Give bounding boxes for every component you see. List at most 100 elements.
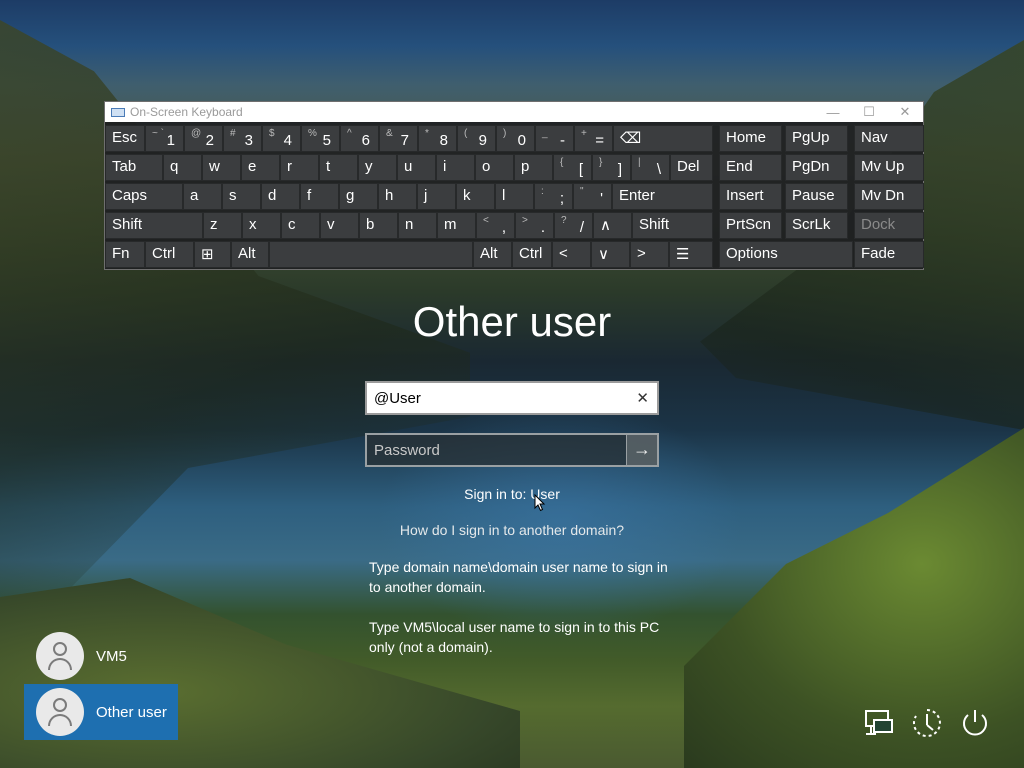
- key-j[interactable]: j: [417, 183, 456, 210]
- key-lbracket[interactable]: {[: [553, 154, 592, 181]
- user-tile-vm5[interactable]: VM5: [24, 628, 178, 684]
- key-tilde[interactable]: ~ ` 1: [145, 125, 184, 152]
- key-shift-label: &: [386, 128, 393, 139]
- key-left[interactable]: <: [552, 241, 591, 268]
- key-pause[interactable]: Pause: [785, 183, 848, 210]
- key-equals[interactable]: + =: [574, 125, 613, 152]
- key-lctrl[interactable]: Ctrl: [145, 241, 194, 268]
- key-l[interactable]: l: [495, 183, 534, 210]
- key-insert[interactable]: Insert: [719, 183, 782, 210]
- key-pgup[interactable]: PgUp: [785, 125, 848, 152]
- key-rbracket[interactable]: }]: [592, 154, 631, 181]
- key-down[interactable]: ∨: [591, 241, 630, 268]
- key-scrlk[interactable]: ScrLk: [785, 212, 848, 239]
- user-name: VM5: [96, 647, 127, 665]
- key-b[interactable]: b: [359, 212, 398, 239]
- key-options[interactable]: Options: [719, 241, 853, 268]
- maximize-button[interactable]: ☐: [851, 104, 887, 120]
- key-minus[interactable]: _ -: [535, 125, 574, 152]
- key-label: 8: [439, 132, 448, 149]
- key-p[interactable]: p: [514, 154, 553, 181]
- key-end[interactable]: End: [719, 154, 782, 181]
- key-mvup[interactable]: Mv Up: [854, 154, 924, 181]
- key-rshift[interactable]: Shift: [632, 212, 713, 239]
- key-period[interactable]: >.: [515, 212, 554, 239]
- user-tile-other-user[interactable]: Other user: [24, 684, 178, 740]
- key-dock[interactable]: Dock: [854, 212, 924, 239]
- key-g[interactable]: g: [339, 183, 378, 210]
- key-o[interactable]: o: [475, 154, 514, 181]
- key-m[interactable]: m: [437, 212, 476, 239]
- key-k0[interactable]: ) 0: [496, 125, 535, 152]
- on-screen-keyboard-window[interactable]: On-Screen Keyboard — ☐ ✕ Esc ~ ` 1 @2 #3 $4% 5…: [104, 101, 924, 270]
- key-fn[interactable]: Fn: [105, 241, 145, 268]
- key-k8[interactable]: * 8: [418, 125, 457, 152]
- key-prtscn[interactable]: PrtScn: [719, 212, 782, 239]
- power-icon[interactable]: [958, 706, 992, 740]
- key-v[interactable]: v: [320, 212, 359, 239]
- key-fade[interactable]: Fade: [854, 241, 924, 268]
- osk-titlebar[interactable]: On-Screen Keyboard — ☐ ✕: [105, 102, 923, 122]
- key-k4[interactable]: $4: [262, 125, 301, 152]
- key-del[interactable]: Del: [670, 154, 713, 181]
- key-y[interactable]: y: [358, 154, 397, 181]
- key-u[interactable]: u: [397, 154, 436, 181]
- key-k9[interactable]: (9: [457, 125, 496, 152]
- key-c[interactable]: c: [281, 212, 320, 239]
- key-esc[interactable]: Esc: [105, 125, 145, 152]
- key-s[interactable]: s: [222, 183, 261, 210]
- key-enter[interactable]: Enter: [612, 183, 713, 210]
- ease-of-access-icon[interactable]: [910, 706, 944, 740]
- password-field[interactable]: Password →: [365, 433, 659, 467]
- key-nav[interactable]: Nav: [854, 125, 924, 152]
- key-semicolon[interactable]: :;: [534, 183, 573, 210]
- key-win[interactable]: ⊞: [194, 241, 231, 268]
- key-mvdn[interactable]: Mv Dn: [854, 183, 924, 210]
- key-k5[interactable]: % 5: [301, 125, 340, 152]
- key-lalt[interactable]: Alt: [231, 241, 269, 268]
- key-k6[interactable]: ^ 6: [340, 125, 379, 152]
- key-d[interactable]: d: [261, 183, 300, 210]
- domain-help-link[interactable]: How do I sign in to another domain?: [0, 522, 1024, 538]
- key-shift-label: :: [541, 186, 544, 197]
- close-button[interactable]: ✕: [887, 104, 923, 120]
- key-i[interactable]: i: [436, 154, 475, 181]
- key-backslash[interactable]: | \: [631, 154, 670, 181]
- key-z[interactable]: z: [203, 212, 242, 239]
- key-n[interactable]: n: [398, 212, 437, 239]
- key-tab[interactable]: Tab: [105, 154, 163, 181]
- network-icon[interactable]: [862, 706, 896, 740]
- key-comma[interactable]: <,: [476, 212, 515, 239]
- key-q[interactable]: q: [163, 154, 202, 181]
- key-rctrl[interactable]: Ctrl: [512, 241, 552, 268]
- key-t[interactable]: t: [319, 154, 358, 181]
- minimize-button[interactable]: —: [815, 105, 851, 120]
- key-pgdn[interactable]: PgDn: [785, 154, 848, 181]
- key-up[interactable]: ∧: [593, 212, 632, 239]
- key-e[interactable]: e: [241, 154, 280, 181]
- key-f[interactable]: f: [300, 183, 339, 210]
- key-ralt[interactable]: Alt: [473, 241, 512, 268]
- osk-keys: Esc ~ ` 1 @2 #3 $4% 5 ^ 6 & 7 * 8(9) 0 _ - + = ⌫ Home PgUp Na…: [105, 122, 924, 270]
- key-k7[interactable]: & 7: [379, 125, 418, 152]
- key-lshift[interactable]: Shift: [105, 212, 203, 239]
- key-slash[interactable]: ? /: [554, 212, 593, 239]
- key-x[interactable]: x: [242, 212, 281, 239]
- key-h[interactable]: h: [378, 183, 417, 210]
- key-a[interactable]: a: [183, 183, 222, 210]
- submit-arrow-icon[interactable]: →: [626, 435, 657, 465]
- username-field[interactable]: @User ✕: [365, 381, 659, 415]
- key-r[interactable]: r: [280, 154, 319, 181]
- clear-icon[interactable]: ✕: [636, 389, 649, 407]
- key-home[interactable]: Home: [719, 125, 782, 152]
- key-menu[interactable]: ☰: [669, 241, 713, 268]
- key-k2[interactable]: @2: [184, 125, 223, 152]
- key-k[interactable]: k: [456, 183, 495, 210]
- key-w[interactable]: w: [202, 154, 241, 181]
- key-space[interactable]: [269, 241, 473, 268]
- key-k3[interactable]: #3: [223, 125, 262, 152]
- key-caps[interactable]: Caps: [105, 183, 183, 210]
- key-quote[interactable]: " ': [573, 183, 612, 210]
- key-backspace[interactable]: ⌫: [613, 125, 713, 152]
- key-right[interactable]: >: [630, 241, 669, 268]
